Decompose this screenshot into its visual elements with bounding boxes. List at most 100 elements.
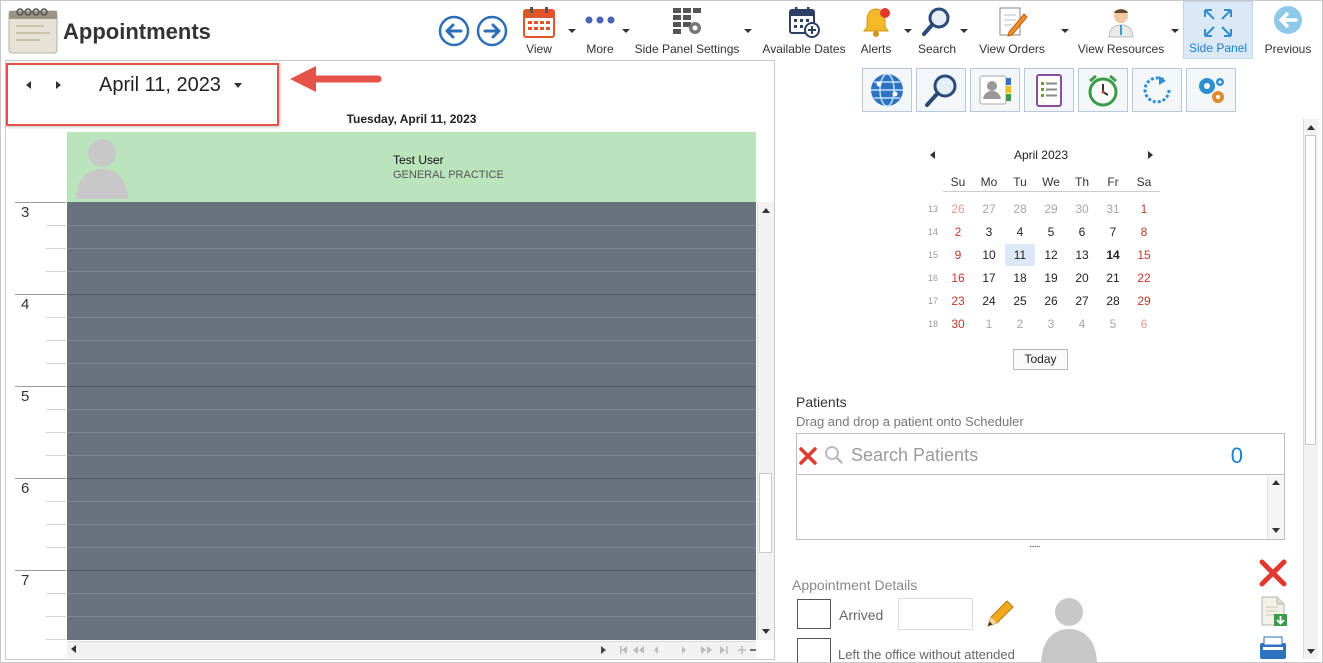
more-button[interactable]: More	[578, 1, 622, 59]
calendar-day[interactable]: 20	[1067, 267, 1097, 289]
chevron-down-icon[interactable]	[622, 29, 630, 33]
calendar-prev-month[interactable]	[930, 151, 935, 159]
globe-tool-button[interactable]	[862, 68, 912, 112]
side-panel-scroll-up[interactable]	[1307, 125, 1315, 130]
time-slot-line	[67, 616, 756, 617]
chevron-down-icon[interactable]	[904, 29, 912, 33]
schedule-grid[interactable]	[67, 202, 756, 640]
calendar-day[interactable]: 4	[1005, 221, 1035, 243]
view-button[interactable]: View	[514, 1, 564, 59]
calendar-day[interactable]: 10	[974, 244, 1004, 266]
calendar-day[interactable]: 29	[1036, 198, 1066, 220]
scheduler-vertical-scrollbar[interactable]	[757, 202, 774, 640]
checklist-tool-button[interactable]	[1024, 68, 1074, 112]
calendar-day[interactable]: 1	[974, 313, 1004, 335]
calendar-day[interactable]: 23	[943, 290, 973, 312]
calendar-today-button[interactable]: Today	[1013, 349, 1068, 370]
calendar-day[interactable]: 13	[1067, 244, 1097, 266]
delete-appointment-icon[interactable]	[1257, 557, 1289, 589]
calendar-day[interactable]: 28	[1005, 198, 1035, 220]
alarm-tool-button[interactable]	[1078, 68, 1128, 112]
patient-list-scroll-down[interactable]	[1272, 528, 1280, 533]
contact-card-tool-button[interactable]	[970, 68, 1020, 112]
print-icon[interactable]	[1257, 635, 1289, 663]
side-panel-button[interactable]: Side Panel	[1183, 1, 1253, 59]
settings-tool-button[interactable]	[1186, 68, 1236, 112]
calendar-day[interactable]: 14	[1098, 244, 1128, 266]
scroll-navigator[interactable]	[598, 642, 756, 657]
scrollbar-thumb[interactable]	[759, 473, 772, 553]
calendar-day[interactable]: 5	[1098, 313, 1128, 335]
calendar-day[interactable]: 26	[1036, 290, 1066, 312]
chevron-down-icon[interactable]	[568, 29, 576, 33]
chevron-down-icon[interactable]	[1061, 29, 1069, 33]
calendar-day[interactable]: 1	[1129, 198, 1159, 220]
calendar-day[interactable]: 24	[974, 290, 1004, 312]
side-panel-scroll-thumb[interactable]	[1305, 135, 1316, 445]
refresh-tool-button[interactable]	[1132, 68, 1182, 112]
calendar-day[interactable]: 17	[974, 267, 1004, 289]
calendar-month-label[interactable]: April 2023	[941, 148, 1141, 162]
chevron-down-icon[interactable]	[960, 29, 968, 33]
search-button[interactable]: Search	[914, 1, 960, 59]
gears-icon	[1199, 78, 1224, 103]
scroll-left-arrow[interactable]	[71, 645, 76, 653]
calendar-day[interactable]: 21	[1098, 267, 1128, 289]
calendar-day[interactable]: 6	[1129, 313, 1159, 335]
scroll-up-arrow[interactable]	[762, 208, 770, 213]
calendar-day[interactable]: 31	[1098, 198, 1128, 220]
nav-back-button[interactable]	[438, 15, 470, 47]
chevron-down-icon[interactable]	[1171, 29, 1179, 33]
panel-splitter[interactable]: ......	[1029, 539, 1041, 550]
scroll-down-arrow[interactable]	[762, 629, 770, 634]
calendar-day[interactable]: 5	[1036, 221, 1066, 243]
side-panel-scroll-down[interactable]	[1307, 649, 1315, 654]
previous-button[interactable]: Previous	[1259, 1, 1317, 59]
view-orders-button[interactable]: View Orders	[976, 1, 1048, 59]
patient-search-input[interactable]: Search Patients	[851, 445, 978, 466]
patient-list[interactable]	[796, 475, 1285, 540]
calendar-day[interactable]: 8	[1129, 221, 1159, 243]
calendar-day[interactable]: 12	[1036, 244, 1066, 266]
time-tick	[46, 225, 66, 226]
calendar-day[interactable]: 7	[1098, 221, 1128, 243]
clear-search-icon[interactable]	[798, 446, 818, 466]
calendar-day[interactable]: 30	[1067, 198, 1097, 220]
calendar-day[interactable]: 27	[974, 198, 1004, 220]
alerts-button[interactable]: Alerts	[854, 1, 898, 59]
left-office-checkbox[interactable]	[797, 638, 831, 662]
patient-search-box[interactable]: Search Patients 0	[796, 433, 1285, 475]
calendar-day[interactable]: 4	[1067, 313, 1097, 335]
calendar-day[interactable]: 3	[974, 221, 1004, 243]
calendar-day[interactable]: 16	[943, 267, 973, 289]
patient-list-scroll-up[interactable]	[1272, 480, 1280, 485]
calendar-day[interactable]: 2	[943, 221, 973, 243]
calendar-day[interactable]: 27	[1067, 290, 1097, 312]
calendar-next-month[interactable]	[1148, 151, 1153, 159]
calendar-day[interactable]: 30	[943, 313, 973, 335]
calendar-day[interactable]: 19	[1036, 267, 1066, 289]
download-document-icon[interactable]	[1259, 595, 1289, 627]
pencil-icon[interactable]	[984, 598, 1016, 630]
calendar-day[interactable]: 29	[1129, 290, 1159, 312]
chevron-down-icon[interactable]	[744, 29, 752, 33]
calendar-day[interactable]: 18	[1005, 267, 1035, 289]
calendar-day[interactable]: 11	[1005, 244, 1035, 266]
calendar-day[interactable]: 9	[943, 244, 973, 266]
calendar-day[interactable]: 26	[943, 198, 973, 220]
arrived-time-field[interactable]	[898, 598, 973, 630]
calendar-day[interactable]: 25	[1005, 290, 1035, 312]
arrived-checkbox[interactable]	[797, 599, 831, 629]
side-panel-settings-button[interactable]: Side Panel Settings	[634, 1, 740, 59]
calendar-day[interactable]: 15	[1129, 244, 1159, 266]
nav-forward-button[interactable]	[476, 15, 508, 47]
calendar-day[interactable]: 28	[1098, 290, 1128, 312]
view-resources-button[interactable]: View Resources	[1076, 1, 1166, 59]
resource-header[interactable]: Test User GENERAL PRACTICE	[67, 132, 756, 202]
calendar-day[interactable]: 2	[1005, 313, 1035, 335]
calendar-day[interactable]: 22	[1129, 267, 1159, 289]
search-tool-button[interactable]	[916, 68, 966, 112]
calendar-day[interactable]: 3	[1036, 313, 1066, 335]
available-dates-button[interactable]: Available Dates	[760, 1, 848, 59]
calendar-day[interactable]: 6	[1067, 221, 1097, 243]
